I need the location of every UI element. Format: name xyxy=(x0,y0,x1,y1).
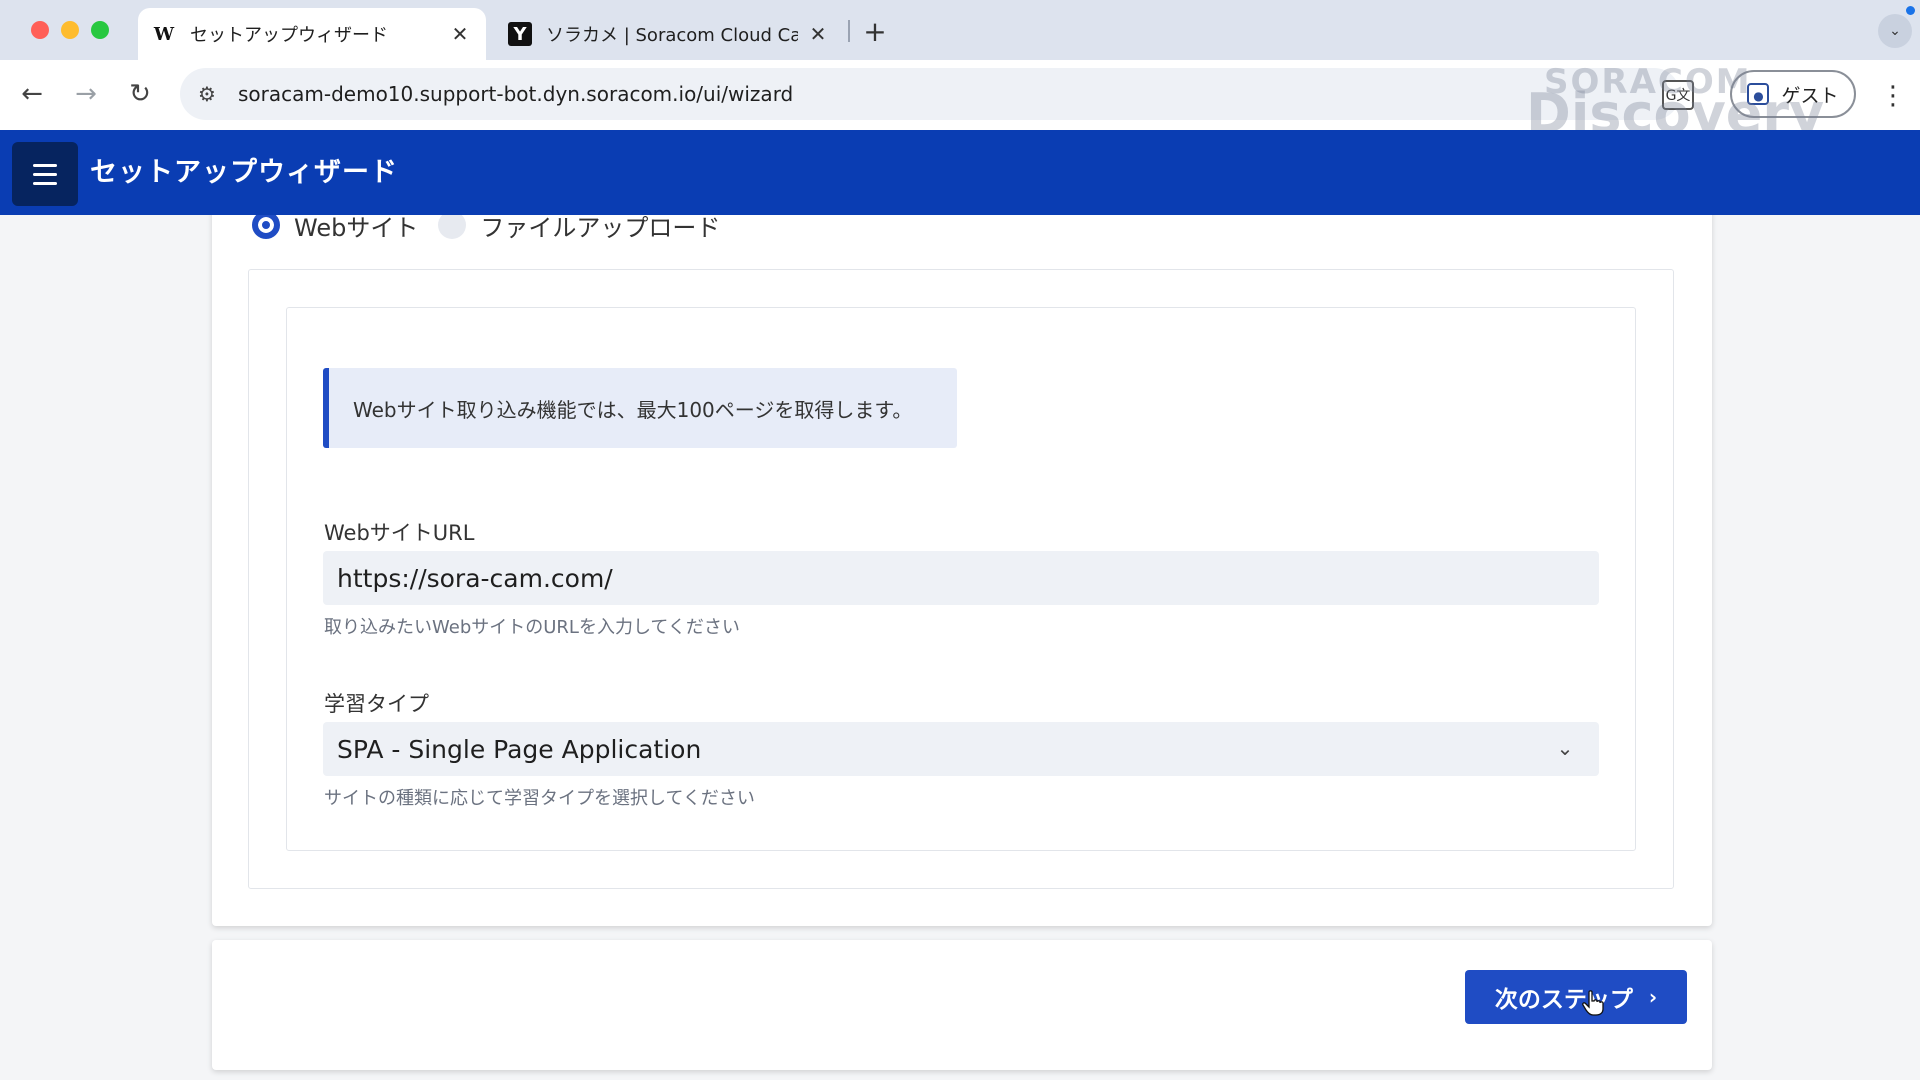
tab-title: セットアップウィザード xyxy=(190,25,388,46)
window-close-button[interactable] xyxy=(31,21,49,39)
site-settings-icon[interactable]: ⚙ xyxy=(184,71,230,117)
browser-menu-icon[interactable]: ⋮ xyxy=(1876,76,1910,116)
translate-icon[interactable]: G文 xyxy=(1662,80,1694,110)
address-bar[interactable]: ⚙ soracam-demo10.support-bot.dyn.soracom… xyxy=(180,68,1680,120)
tab-setup-wizard[interactable]: W セットアップウィザード ✕ xyxy=(138,8,486,60)
window-maximize-button[interactable] xyxy=(91,21,109,39)
url-text[interactable]: soracam-demo10.support-bot.dyn.soracom.i… xyxy=(238,82,793,106)
new-tab-button[interactable]: + xyxy=(858,14,892,48)
website-url-input[interactable] xyxy=(323,551,1599,605)
chevron-down-icon: ⌄ xyxy=(1556,736,1574,760)
profile-icon: ● xyxy=(1747,83,1770,105)
radio-file-upload[interactable] xyxy=(438,215,467,239)
learning-type-label: 学習タイプ xyxy=(324,692,429,716)
tab-search-chevron-icon[interactable]: ⌄ xyxy=(1878,14,1912,48)
radio-website[interactable] xyxy=(252,215,280,239)
reload-icon[interactable]: ↻ xyxy=(120,74,160,114)
next-step-label: 次のステップ xyxy=(1494,987,1633,1013)
chevron-right-icon: › xyxy=(1648,985,1658,1009)
source-type-radio-group: Webサイト ファイルアップロード xyxy=(252,215,720,245)
hamburger-menu-icon[interactable] xyxy=(12,142,78,206)
learning-type-value: SPA - Single Page Application xyxy=(337,734,702,764)
notification-dot xyxy=(1906,6,1915,15)
browser-toolbar: ← → ↻ ⚙ soracam-demo10.support-bot.dyn.s… xyxy=(0,60,1920,130)
website-url-label: WebサイトURL xyxy=(324,521,475,545)
tab-soracam[interactable]: Y ソラカメ | Soracom Cloud Cam ✕ xyxy=(494,8,844,60)
browser-tab-bar: W セットアップウィザード ✕ Y ソラカメ | Soracom Cloud C… xyxy=(0,0,1920,60)
tab-title: ソラカメ | Soracom Cloud Cam xyxy=(546,25,798,46)
radio-website-label[interactable]: Webサイト xyxy=(294,215,418,243)
app-header: セットアップウィザード xyxy=(0,130,1920,215)
learning-type-select[interactable]: SPA - Single Page Application ⌄ xyxy=(323,722,1599,776)
main-content: Webサイト ファイルアップロード Webサイト取り込み機能では、最大100ペー… xyxy=(0,215,1920,1080)
guest-label: ゲスト xyxy=(1781,84,1839,107)
tab-close-icon[interactable]: ✕ xyxy=(806,22,830,46)
learning-type-hint: サイトの種類に応じて学習タイプを選択してください xyxy=(324,788,755,809)
website-url-hint: 取り込みたいWebサイトのURLを入力してください xyxy=(324,617,740,638)
info-message: Webサイト取り込み機能では、最大100ページを取得します。 xyxy=(323,368,957,448)
back-arrow-icon[interactable]: ← xyxy=(12,74,52,114)
tab-separator xyxy=(848,20,850,42)
soracam-favicon-icon: Y xyxy=(508,22,532,46)
page-title: セットアップウィザード xyxy=(90,157,398,188)
next-step-button[interactable]: 次のステップ › xyxy=(1465,970,1687,1024)
radio-file-upload-label[interactable]: ファイルアップロード xyxy=(480,215,720,243)
forward-arrow-icon[interactable]: → xyxy=(66,74,106,114)
wizard-favicon-icon: W xyxy=(153,23,175,45)
window-minimize-button[interactable] xyxy=(61,21,79,39)
tab-close-icon[interactable]: ✕ xyxy=(448,22,472,46)
guest-profile-button[interactable]: ● ゲスト xyxy=(1730,70,1856,118)
